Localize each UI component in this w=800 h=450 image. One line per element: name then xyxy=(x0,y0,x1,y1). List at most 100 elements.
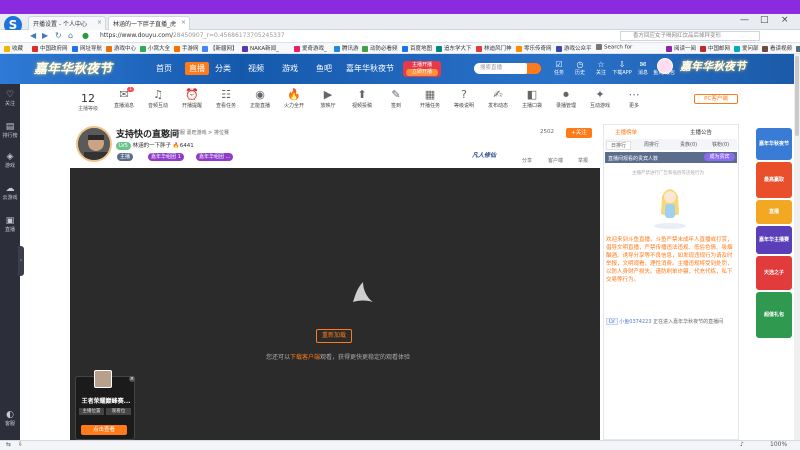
nav-item[interactable]: 鱼吧 xyxy=(316,63,332,74)
back-icon[interactable]: ◀ xyxy=(30,31,36,40)
toolbar-item[interactable]: ✦ 互动游戏 xyxy=(586,88,614,109)
toolbar-item[interactable]: ⏺ 录播管理 xyxy=(552,88,580,109)
streamer-avatar[interactable] xyxy=(76,126,112,162)
close-window-icon[interactable]: × xyxy=(781,15,789,25)
scrollbar-thumb[interactable] xyxy=(795,56,799,136)
minimize-icon[interactable]: — xyxy=(740,15,749,25)
search-icon[interactable] xyxy=(527,63,541,74)
group-chip[interactable]: 嘉年华组团 1 xyxy=(148,153,184,161)
toolbar-item[interactable]: ✉ 直播消息 1 xyxy=(110,87,138,109)
tab-anchor-rank[interactable]: 主播榜单 xyxy=(615,128,637,136)
bookmark-item[interactable]: 网址导航 xyxy=(72,44,102,52)
group-chip-2[interactable]: 嘉年华组团 ... xyxy=(196,153,234,161)
ad-banner[interactable]: 最高赢取 xyxy=(756,162,792,198)
toolbar-item[interactable]: ⋯ 更多 xyxy=(620,88,648,109)
client-button[interactable]: 客户端 xyxy=(548,157,563,164)
tab-settings[interactable]: 开播设置 - 个人中心 × xyxy=(28,16,106,30)
toolbar-item[interactable]: ▦ 开播任务 xyxy=(416,88,444,109)
tab-douyu[interactable]: 林涵的一下胖子直播_虎 × xyxy=(108,16,190,30)
toolbar-item[interactable]: ▶ 放映厅 xyxy=(314,88,342,109)
follow-button[interactable]: +关注 xyxy=(566,128,592,138)
room-category[interactable]: 客服 嘉旺游戏 > 排位赛 xyxy=(175,129,229,136)
maximize-icon[interactable]: □ xyxy=(760,15,769,25)
bookmark-item[interactable]: 阅读一阅 xyxy=(666,44,696,52)
game-logo[interactable]: 凡人修仙 xyxy=(472,150,518,162)
zoom-level[interactable]: 100% xyxy=(770,441,787,448)
start-live-button[interactable]: 主播开播 立即开播 xyxy=(403,61,441,77)
toolbar-item[interactable]: ◉ 正能直播 xyxy=(246,88,274,109)
bookmark-item[interactable]: 游戏公众平 xyxy=(556,44,592,52)
browser-search-input[interactable]: 香方回应女子喝网红饮品后掉秤变形 xyxy=(620,31,760,41)
share-button[interactable]: 分享 xyxy=(522,157,532,164)
url-field[interactable]: https://www.douyu.com/28450907_r=0.45686… xyxy=(100,31,600,41)
close-icon[interactable]: × xyxy=(181,19,186,26)
bookmark-item[interactable]: 零乐传奇网 xyxy=(516,44,552,52)
status-icon[interactable]: ⇆ xyxy=(6,441,11,448)
sidebar-item[interactable]: ▤ 排行榜 xyxy=(0,122,20,139)
bookmark-item[interactable]: 追东学大下 xyxy=(436,44,472,52)
event-banner[interactable]: 嘉年华秋夜节 xyxy=(680,58,746,74)
nav-item[interactable]: 嘉年华秋夜节 xyxy=(346,63,394,74)
bookmark-item[interactable]: 动防必看频 xyxy=(362,44,398,52)
bookmark-item[interactable]: 【新疆网】 xyxy=(202,44,238,52)
sidebar-item[interactable]: ☁ 云游戏 xyxy=(0,184,20,201)
ad-banner[interactable]: 嘉年华主播赛 xyxy=(756,226,792,254)
forward-icon[interactable]: ▶ xyxy=(42,31,48,40)
download-client-link[interactable]: 下载客户端 xyxy=(290,354,320,361)
bookmark-item[interactable]: NAKA新闻_ xyxy=(242,44,279,52)
video-player[interactable] xyxy=(70,168,600,440)
bookmark-item[interactable]: 爱问部 xyxy=(734,44,759,52)
ad-banner[interactable]: 天选之子 xyxy=(756,256,792,290)
nav-item[interactable]: 首页 xyxy=(156,63,172,74)
toolbar-item[interactable]: 🔥 火力全开 xyxy=(280,88,308,109)
bookmark-item[interactable]: 百度地图 xyxy=(402,44,432,52)
pc-client-button[interactable]: PC客户端 xyxy=(694,94,738,104)
chat-username[interactable]: 小鱼0374223 xyxy=(619,319,651,325)
close-icon[interactable]: × xyxy=(97,19,102,26)
site-logo[interactable]: 嘉年华秋夜节 xyxy=(34,58,112,77)
bookmark-item[interactable]: 中国邮网 xyxy=(700,44,730,52)
subtab-fans[interactable]: 铁粉(0) xyxy=(708,141,733,148)
ad-banner[interactable]: 超值礼包 xyxy=(756,292,792,338)
report-button[interactable]: 举报 xyxy=(578,157,588,164)
ad-banner[interactable]: 嘉年华秋夜节 xyxy=(756,128,792,160)
nav-item[interactable]: 分类 xyxy=(215,63,231,74)
nav-item[interactable]: 游戏 xyxy=(282,63,298,74)
bookmark-item[interactable]: 中国政府网 xyxy=(32,44,68,52)
subtab-week[interactable]: 周排行 xyxy=(640,141,663,148)
toolbar-item[interactable]: ♫ 音频互动 xyxy=(144,88,172,109)
card-action-button[interactable]: 点击查看 xyxy=(81,425,127,435)
site-search-input[interactable]: 搜索直播 xyxy=(474,63,530,74)
bookmark-item[interactable]: 爱奇游戏_ xyxy=(294,44,327,52)
bookmark-item[interactable]: 主播 xyxy=(796,44,800,52)
download-status-icon[interactable]: ⇩ xyxy=(18,441,23,448)
subtab-day[interactable]: 日排行 xyxy=(606,141,632,150)
bookmark-item[interactable]: 看读视频 xyxy=(762,44,792,52)
become-vip-button[interactable]: 成为贵宾 xyxy=(704,153,735,161)
bookmark-item[interactable]: 手游网 xyxy=(174,44,199,52)
bookmark-item[interactable]: 游戏中心 xyxy=(106,44,136,52)
ad-banner[interactable]: 直播 xyxy=(756,200,792,224)
streamer-name[interactable]: 林涵的一下胖子 xyxy=(133,143,172,149)
tab-anchor-notice[interactable]: 主播公告 xyxy=(690,128,712,136)
close-icon[interactable]: × xyxy=(129,376,135,382)
bookmark-item[interactable]: 腾讯游 xyxy=(334,44,359,52)
user-avatar[interactable] xyxy=(657,58,673,74)
toolbar-item[interactable]: ? 等级说明 xyxy=(450,88,478,109)
toolbar-item[interactable]: ✎ 签到 xyxy=(382,88,410,109)
bookmark-item[interactable]: 收藏 xyxy=(4,44,23,52)
toolbar-item[interactable]: ✍ 发布动态 xyxy=(484,88,512,109)
subtab-noble[interactable]: 贵族(0) xyxy=(676,141,701,148)
bookmark-item[interactable]: 林迪风门神 xyxy=(476,44,512,52)
toolbar-item[interactable]: ⬆ 视频投稿 xyxy=(348,88,376,109)
anchor-level[interactable]: 12 主播等级 xyxy=(74,92,102,112)
home-icon[interactable]: ⌂ xyxy=(68,31,73,40)
anchor-chip[interactable]: 主播 xyxy=(117,153,134,161)
sidebar-item[interactable]: ♡ 关注 xyxy=(0,90,20,107)
bookmark-item[interactable]: 小窝大全 xyxy=(140,44,170,52)
nav-item[interactable]: 直播 xyxy=(185,62,209,75)
sidebar-item[interactable]: ◈ 游戏 xyxy=(0,152,20,169)
reload-button[interactable]: 重新加载 xyxy=(316,329,352,343)
toolbar-item[interactable]: ⏰ 开播提醒 xyxy=(178,88,206,109)
toolbar-item[interactable]: ◧ 主播口袋 xyxy=(518,88,546,109)
